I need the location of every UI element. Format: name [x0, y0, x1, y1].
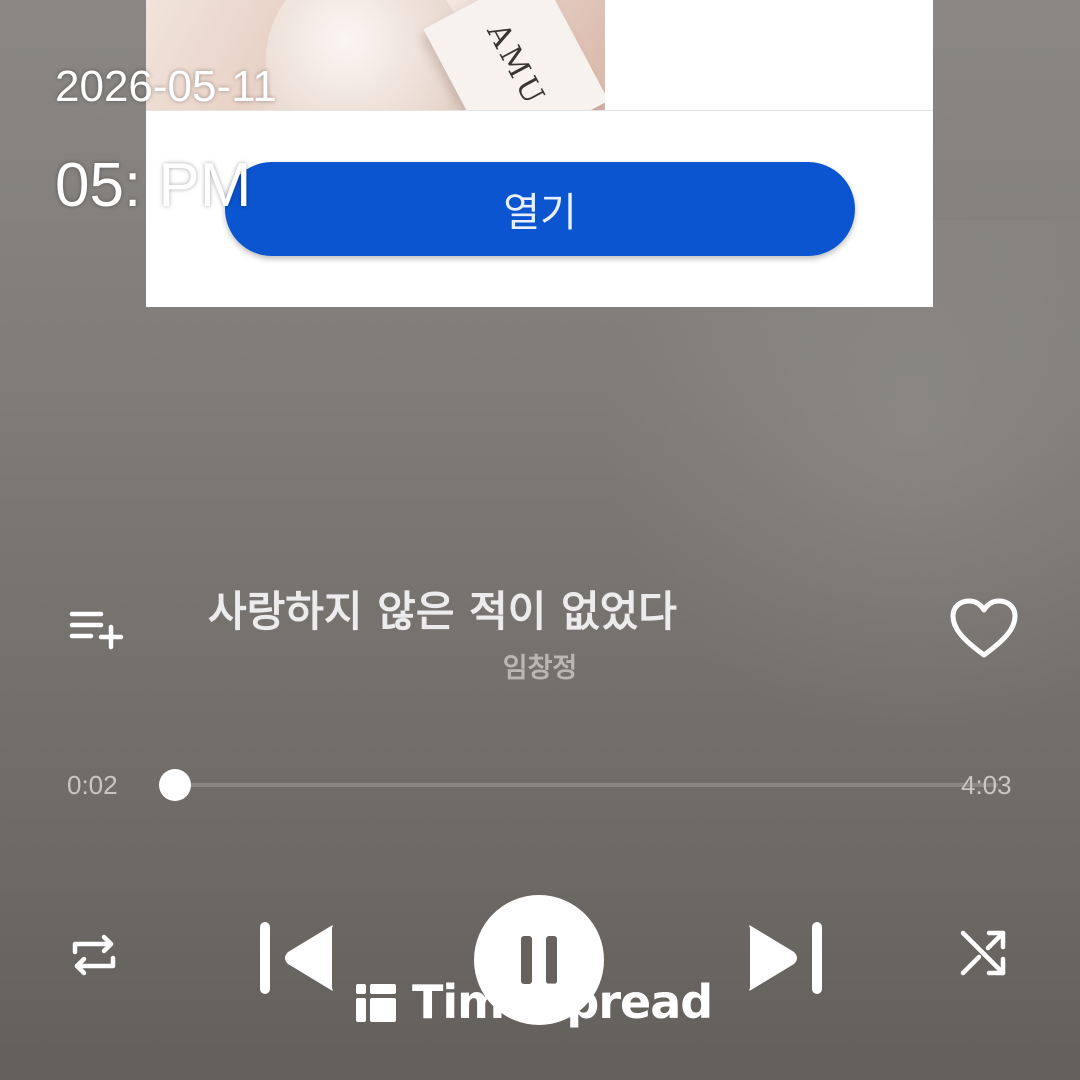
- watermark-text: TimeSpread: [412, 975, 713, 1029]
- open-button-label: 열기: [503, 190, 577, 236]
- next-button[interactable]: [740, 918, 830, 998]
- ad-card: AMU 열기: [146, 0, 933, 307]
- previous-button[interactable]: [252, 918, 342, 998]
- progress-thumb[interactable]: [158, 769, 191, 801]
- playlist-add-icon: [69, 611, 124, 650]
- watermark: TimeSpread: [354, 972, 713, 1032]
- open-button[interactable]: 열기: [225, 162, 855, 256]
- heart-outline-icon: [950, 598, 1018, 658]
- shuffle-button[interactable]: [954, 924, 1014, 984]
- watermark-logo-icon: [356, 984, 396, 1022]
- elapsed-time: 0:02: [67, 770, 118, 800]
- repeat-button[interactable]: [66, 926, 122, 984]
- track-artist: 임창정: [502, 653, 578, 684]
- skip-next-icon: [749, 922, 822, 994]
- fabric-shape: [266, 0, 466, 110]
- brand-label-text: AMU: [479, 17, 553, 110]
- progress-bar[interactable]: [158, 769, 998, 801]
- track-title: 사랑하지 않은 적이 없었다: [180, 578, 740, 638]
- shuffle-icon: [960, 930, 1006, 976]
- track-title-text: 사랑하지 않은 적이 없었다: [208, 587, 677, 636]
- like-button[interactable]: [946, 596, 1022, 662]
- overlay-date: 2026-05-11: [55, 62, 277, 111]
- skip-previous-icon: [260, 922, 333, 994]
- repeat-icon: [72, 934, 116, 976]
- overlay-time: 05: PM: [55, 151, 252, 220]
- total-time: 4:03: [961, 770, 1012, 800]
- add-to-playlist-button[interactable]: [62, 602, 128, 654]
